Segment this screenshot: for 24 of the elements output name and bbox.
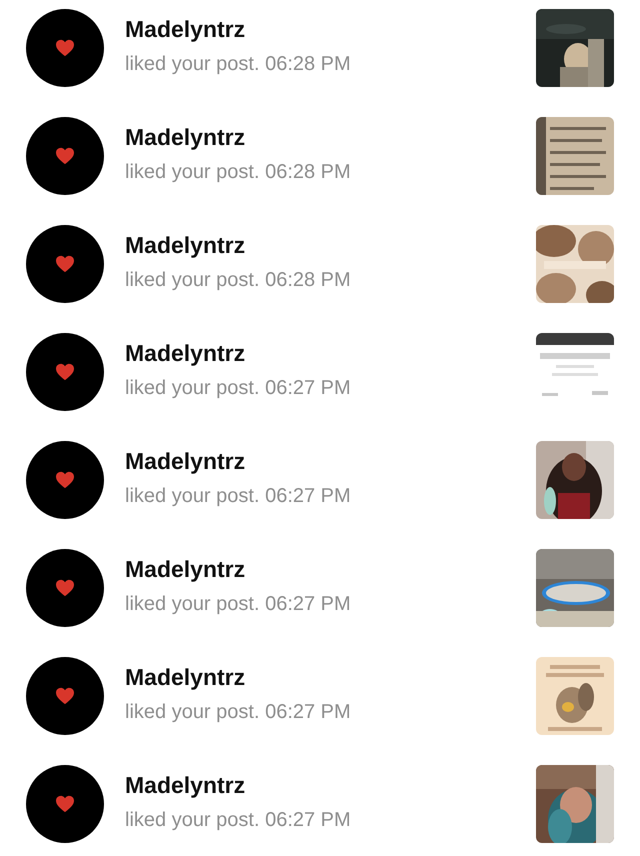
notification-text: liked your post. 06:28 PM — [125, 269, 352, 292]
username[interactable]: Madelyntrz — [125, 664, 536, 691]
username[interactable]: Madelyntrz — [125, 16, 536, 43]
heart-icon — [55, 255, 75, 273]
username[interactable]: Madelyntrz — [125, 340, 536, 367]
notification-text: liked your post. 06:27 PM — [125, 701, 352, 724]
heart-icon — [55, 795, 75, 813]
username[interactable]: Madelyntrz — [125, 124, 536, 151]
notification-text: liked your post. 06:27 PM — [125, 809, 352, 832]
notification-text: liked your post. 06:27 PM — [125, 377, 352, 400]
notification-text: liked your post. 06:27 PM — [125, 593, 352, 616]
heart-icon — [55, 471, 75, 489]
heart-icon — [55, 579, 75, 597]
username[interactable]: Madelyntrz — [125, 448, 536, 475]
heart-icon — [55, 39, 75, 57]
notification-text: liked your post. 06:27 PM — [125, 485, 352, 508]
notification-text: liked your post. 06:28 PM — [125, 161, 352, 184]
username[interactable]: Madelyntrz — [125, 772, 536, 799]
heart-icon — [55, 147, 75, 165]
username[interactable]: Madelyntrz — [125, 232, 536, 259]
username[interactable]: Madelyntrz — [125, 556, 536, 583]
heart-icon — [55, 687, 75, 705]
notification-text: liked your post. 06:28 PM — [125, 53, 352, 76]
heart-icon — [55, 363, 75, 381]
